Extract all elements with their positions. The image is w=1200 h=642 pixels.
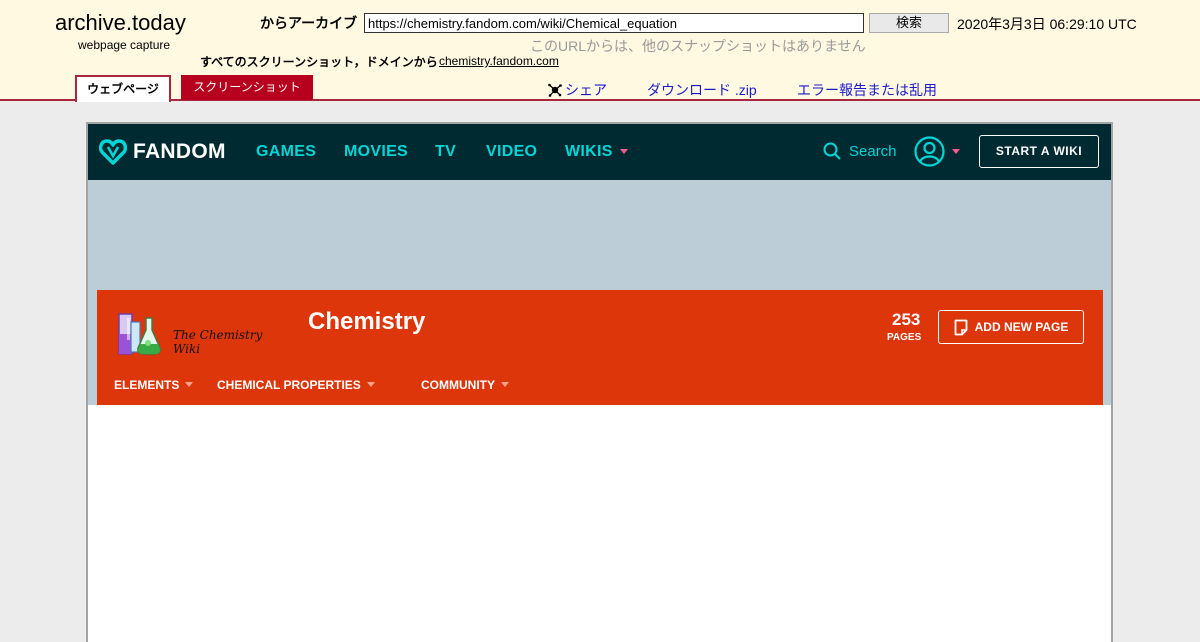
local-nav-label: COMMUNITY (421, 378, 495, 392)
all-screenshots-label: すべてのスクリーンショット，ドメインから (200, 55, 438, 69)
archive-logo-subtitle: webpage capture (78, 38, 171, 52)
nav-tv[interactable]: TV (435, 143, 456, 161)
page-count-label: PAGES (887, 332, 922, 343)
chevron-down-icon (366, 382, 375, 387)
search-button[interactable]: Search (823, 142, 897, 160)
captured-page: FANDOM GAMES MOVIES TV VIDEO WIKIS Searc… (86, 122, 1113, 642)
wiki-header: The Chemistry Wiki Chemistry 253 PAGES A… (97, 290, 1103, 405)
chevron-down-icon (185, 382, 194, 387)
avatar-icon (914, 136, 945, 167)
start-a-wiki-button[interactable]: START A WIKI (979, 135, 1099, 168)
archive-url-input[interactable] (364, 13, 864, 33)
nav-wikis[interactable]: WIKIS (565, 143, 628, 161)
page-count: 253 (892, 310, 921, 329)
report-abuse-link[interactable]: エラー報告または乱用 (797, 80, 937, 100)
fandom-logo[interactable]: FANDOM (99, 137, 226, 167)
domain-link[interactable]: chemistry.fandom.com (439, 54, 559, 68)
add-new-page-button[interactable]: ADD NEW PAGE (938, 310, 1084, 344)
search-icon (823, 142, 841, 160)
archive-search-button[interactable]: 検索 (869, 13, 949, 33)
user-menu[interactable] (914, 136, 960, 167)
chevron-down-icon (501, 382, 509, 387)
no-snapshot-notice: このURLからは、他のスナップショットはありません (530, 38, 866, 54)
tab-webpage[interactable]: ウェブページ (75, 75, 171, 102)
fandom-global-nav: FANDOM GAMES MOVIES TV VIDEO WIKIS Searc… (88, 124, 1111, 180)
archive-from-label: からアーカイブ (260, 15, 358, 31)
wiki-logo[interactable]: The Chemistry Wiki (117, 310, 287, 358)
wiki-logo-text: The Chemistry Wiki (173, 328, 263, 356)
wiki-title[interactable]: Chemistry (308, 308, 425, 336)
local-nav-chemical-properties[interactable]: CHEMICAL PROPERTIES (217, 378, 375, 392)
download-zip-link[interactable]: ダウンロード .zip (647, 80, 757, 100)
chevron-down-icon (619, 149, 628, 154)
fandom-heart-icon (99, 139, 127, 165)
share-link[interactable]: シェア (548, 80, 607, 100)
nav-wikis-label: WIKIS (565, 143, 613, 160)
nav-video[interactable]: VIDEO (486, 143, 537, 161)
add-new-page-label: ADD NEW PAGE (974, 320, 1069, 334)
nav-games[interactable]: GAMES (256, 143, 316, 161)
share-icon (548, 83, 562, 97)
local-nav-elements[interactable]: ELEMENTS (114, 378, 194, 392)
nav-movies[interactable]: MOVIES (344, 143, 408, 161)
local-nav-label: ELEMENTS (114, 378, 180, 392)
ad-slot (88, 180, 1111, 290)
tab-screenshot[interactable]: スクリーンショット (181, 75, 313, 100)
share-label: シェア (565, 82, 607, 98)
archive-toolbar: archive.today webpage capture からアーカイブ 検索… (0, 0, 1200, 102)
search-label: Search (849, 142, 897, 160)
fandom-brand-text: FANDOM (133, 140, 226, 163)
chevron-down-icon (952, 149, 960, 154)
archive-logo[interactable]: archive.today (55, 10, 186, 36)
page-icon (954, 319, 968, 335)
local-nav-label: CHEMICAL PROPERTIES (217, 378, 361, 392)
capture-date: 2020年3月3日 06:29:10 UTC (957, 16, 1137, 32)
local-nav-community[interactable]: COMMUNITY (421, 378, 509, 392)
